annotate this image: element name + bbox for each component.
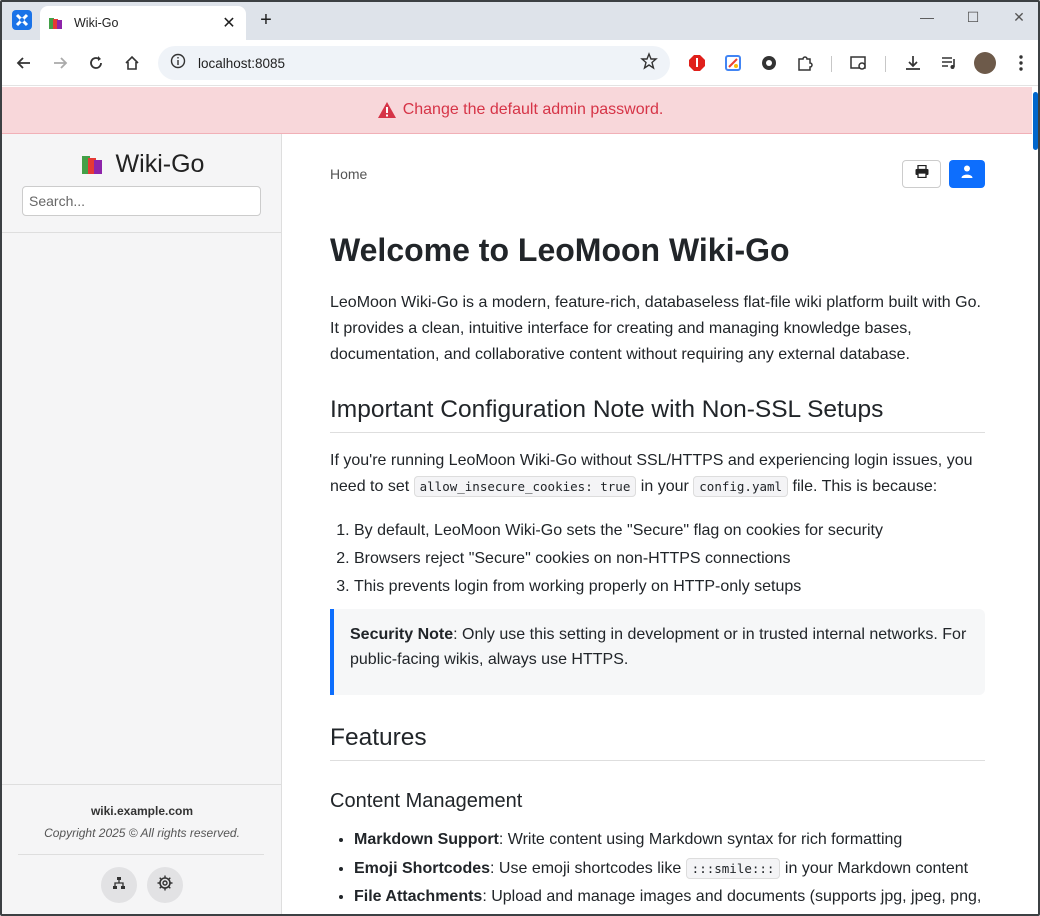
back-icon[interactable] (12, 51, 36, 75)
media-control-icon[interactable] (939, 53, 959, 73)
tab-close-icon[interactable]: ✕ (220, 13, 238, 33)
features-heading: Features (330, 724, 985, 761)
tab-search-list-icon[interactable] (849, 53, 869, 73)
alert-text: Change the default admin password. (402, 101, 664, 118)
page-title: Welcome to LeoMoon Wiki-Go (330, 232, 790, 268)
copyright-text: Copyright 2025 © All rights reserved. (44, 826, 240, 840)
config-heading: Important Configuration Note with Non-SS… (330, 396, 985, 433)
settings-button[interactable] (147, 867, 183, 903)
sidebar-divider (2, 232, 281, 233)
user-button[interactable] (949, 160, 985, 188)
list-item: Markdown Support: Write content using Ma… (354, 826, 984, 855)
intro-paragraph: LeoMoon Wiki-Go is a modern, feature-ric… (330, 294, 981, 363)
content-management-heading: Content Management (330, 790, 523, 812)
browser-toolbar: localhost:8085 (2, 40, 1038, 86)
sidebar: Wiki-Go wiki.example.com Copyright 2025 … (2, 134, 282, 914)
download-icon[interactable] (903, 53, 923, 73)
printer-icon (915, 164, 929, 183)
new-tab-button[interactable]: + (254, 8, 278, 32)
config-paragraph: If you're running LeoMoon Wiki-Go withou… (330, 448, 985, 500)
gear-extension-icon[interactable] (759, 53, 779, 73)
forward-icon[interactable] (48, 51, 72, 75)
sitemap-icon (112, 876, 126, 895)
note-label: Security Note (350, 626, 454, 643)
adblock-extension-icon[interactable] (687, 53, 707, 73)
reasons-list: By default, LeoMoon Wiki-Go sets the "Se… (354, 517, 984, 601)
feature-text: in your Markdown content (780, 859, 969, 877)
breadcrumb[interactable]: Home (330, 166, 367, 182)
page-scrollbar-thumb[interactable] (1033, 92, 1038, 150)
url-text: localhost:8085 (198, 55, 286, 71)
sitemap-button[interactable] (101, 867, 137, 903)
feature-label: File Attachments (354, 888, 483, 905)
site-brand[interactable]: Wiki-Go (2, 150, 282, 179)
search-input[interactable] (22, 186, 261, 216)
config-text-2: in your (636, 478, 694, 495)
sidebar-footer-divider (18, 854, 264, 855)
tab-search-icon[interactable] (12, 10, 32, 30)
list-item: By default, LeoMoon Wiki-Go sets the "Se… (354, 517, 984, 545)
list-item: Emoji Shortcodes: Use emoji shortcodes l… (354, 855, 984, 884)
brand-name: Wiki-Go (115, 150, 205, 178)
profile-avatar[interactable] (974, 52, 996, 74)
books-logo-icon (80, 153, 106, 177)
toolbar-separator (885, 56, 886, 72)
home-icon[interactable] (120, 51, 144, 75)
site-domain: wiki.example.com (90, 804, 194, 818)
feature-text: : Upload and manage images and documents… (482, 888, 982, 905)
emoji-code: :::smile::: (685, 857, 781, 879)
site-info-icon[interactable] (170, 53, 186, 74)
extensions-puzzle-icon[interactable] (795, 53, 815, 73)
feature-text: : Use emoji shortcodes like (490, 859, 686, 877)
address-bar[interactable]: localhost:8085 (158, 46, 670, 80)
feature-label: Markdown Support (354, 831, 499, 848)
minimize-icon[interactable]: — (912, 9, 942, 25)
tab-title: Wiki-Go (74, 16, 119, 30)
books-icon (48, 15, 64, 31)
tab-wiki-go[interactable]: Wiki-Go ✕ (40, 6, 246, 40)
config-yaml-code: config.yaml (693, 476, 789, 497)
tab-strip: Wiki-Go ✕ + — ☐ ✕ (2, 2, 1038, 40)
toolbar-separator (831, 56, 832, 72)
reload-icon[interactable] (84, 51, 108, 75)
features-list: Markdown Support: Write content using Ma… (354, 826, 984, 912)
close-window-icon[interactable]: ✕ (1004, 9, 1034, 26)
browser-window: Wiki-Go ✕ + — ☐ ✕ localhost:8085 Change … (0, 0, 1040, 916)
security-note: Security Note: Only use this setting in … (330, 609, 985, 695)
menu-dots-icon[interactable] (1011, 53, 1031, 73)
feature-label: Emoji Shortcodes (354, 859, 491, 877)
color-picker-extension-icon[interactable] (723, 53, 743, 73)
list-item: This prevents login from working properl… (354, 573, 984, 601)
list-item: File Attachments: Upload and manage imag… (354, 883, 984, 912)
page-scrollbar-track[interactable] (1032, 87, 1038, 914)
config-text-3: file. This is because: (788, 478, 938, 495)
print-button[interactable] (902, 160, 941, 188)
admin-password-alert: Change the default admin password. (2, 87, 1038, 134)
user-icon (961, 165, 973, 183)
gear-icon (157, 875, 173, 896)
bookmark-star-icon[interactable] (640, 51, 658, 75)
list-item: Browsers reject "Secure" cookies on non-… (354, 545, 984, 573)
maximize-icon[interactable]: ☐ (958, 9, 988, 26)
warning-icon (377, 101, 397, 119)
insecure-cookies-code: allow_insecure_cookies: true (413, 476, 637, 497)
feature-text: : Write content using Markdown syntax fo… (498, 831, 903, 848)
sidebar-footer-divider (2, 784, 281, 785)
main-content: Home Welcome to LeoMoon Wiki-Go LeoMoon … (330, 134, 985, 914)
